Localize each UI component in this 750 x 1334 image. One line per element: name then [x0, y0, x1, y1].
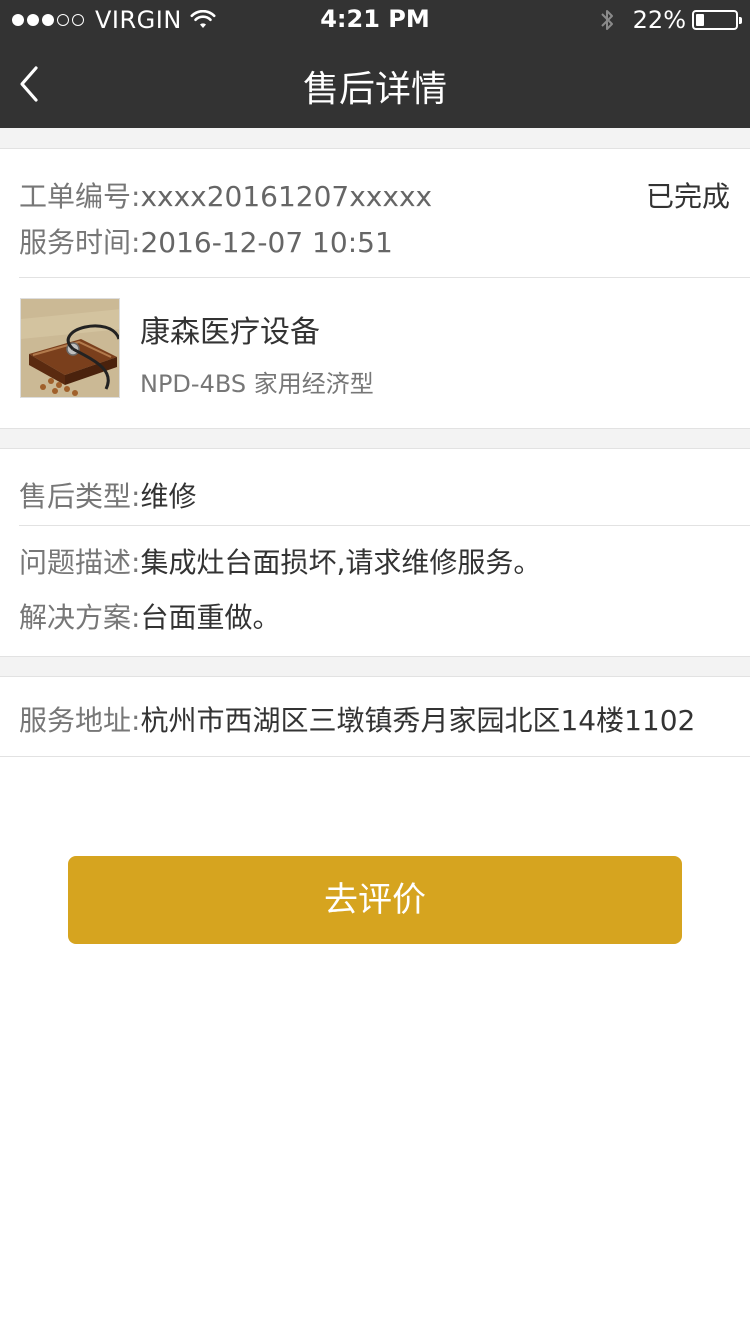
service-time-value: 2016-12-07 10:51: [140, 226, 393, 259]
problem-value: 集成灶台面损坏,请求维修服务。: [140, 546, 542, 579]
service-time-label: 服务时间:: [19, 226, 141, 259]
solution-label: 解决方案:: [19, 601, 141, 634]
status-badge: 已完成: [645, 180, 730, 213]
status-bar: VIRGIN 4:21 PM 22%: [0, 0, 750, 40]
product-thumbnail: [21, 299, 119, 397]
battery-icon: [692, 10, 742, 30]
product-model: NPD-4BS 家用经济型: [140, 370, 374, 398]
solution-value: 台面重做。: [140, 601, 281, 634]
top-bar: VIRGIN 4:21 PM 22% 售后详情: [0, 0, 750, 128]
solution-row: 解决方案:台面重做。: [19, 596, 280, 636]
order-card: 工单编号:xxxx20161207xxxxx 已完成 服务时间:2016-12-…: [0, 148, 750, 429]
order-number-row: 工单编号:xxxx20161207xxxxx: [19, 175, 432, 215]
page-title: 售后详情: [302, 69, 447, 110]
evaluate-button[interactable]: 去评价: [68, 856, 682, 944]
address-card: 服务地址:杭州市西湖区三墩镇秀月家园北区14楼1102: [0, 676, 750, 757]
bluetooth-icon: [600, 10, 613, 30]
service-time-row: 服务时间:2016-12-07 10:51: [19, 221, 393, 261]
battery-percent: 22%: [632, 6, 686, 34]
page-background: [0, 757, 750, 1334]
after-sale-type-value: 维修: [140, 480, 197, 513]
problem-label: 问题描述:: [19, 546, 141, 579]
divider: [19, 525, 750, 526]
navigation-bar: 售后详情: [0, 40, 750, 128]
after-sale-type-row: 售后类型:维修: [19, 475, 196, 515]
address-label: 服务地址:: [19, 704, 141, 737]
order-number-value: xxxx20161207xxxxx: [140, 180, 433, 213]
problem-row: 问题描述:集成灶台面损坏,请求维修服务。: [19, 541, 541, 581]
battery-level-fill: [696, 14, 704, 26]
product-image[interactable]: [20, 298, 120, 398]
order-number-label: 工单编号:: [19, 180, 141, 213]
address-row: 服务地址:杭州市西湖区三墩镇秀月家园北区14楼1102: [19, 699, 695, 739]
status-bar-right: 22%: [599, 6, 742, 34]
address-value: 杭州市西湖区三墩镇秀月家园北区14楼1102: [140, 704, 696, 737]
after-sale-card: 售后类型:维修 问题描述:集成灶台面损坏,请求维修服务。 解决方案:台面重做。: [0, 448, 750, 657]
after-sale-type-label: 售后类型:: [19, 480, 141, 513]
divider: [19, 277, 750, 278]
product-name[interactable]: 康森医疗设备: [140, 307, 320, 351]
